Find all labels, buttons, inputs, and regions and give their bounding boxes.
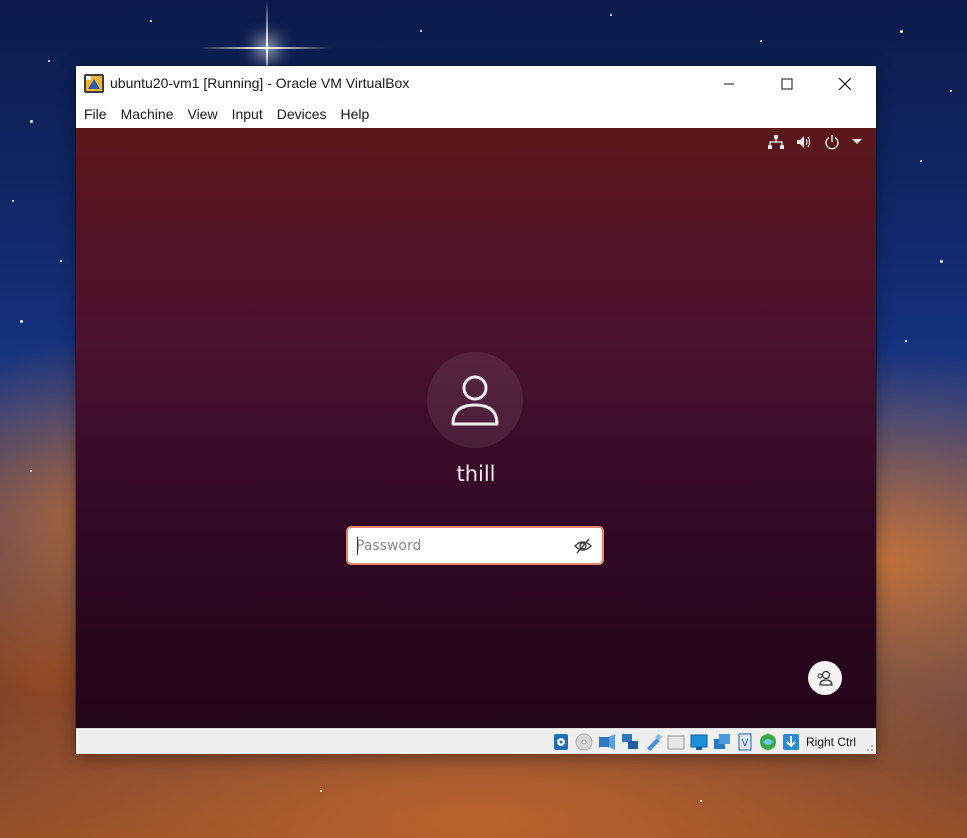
hard-disk-icon[interactable] <box>551 732 571 752</box>
minimize-button[interactable] <box>706 66 752 101</box>
power-icon[interactable] <box>824 134 840 150</box>
user-switch-icon <box>817 670 833 686</box>
shared-folders-icon[interactable] <box>666 732 686 752</box>
username-label: thill <box>456 462 496 486</box>
virtualbox-window: ubuntu20-vm1 [Running] - Oracle VM Virtu… <box>76 66 876 754</box>
eye-slash-icon[interactable] <box>574 537 592 555</box>
user-avatar[interactable] <box>427 352 523 448</box>
menu-machine[interactable]: Machine <box>114 101 181 128</box>
cpu-virtualization-icon[interactable]: V <box>735 732 755 752</box>
network-adapters-icon[interactable] <box>620 732 640 752</box>
mouse-integration-icon[interactable] <box>758 732 778 752</box>
password-field[interactable] <box>346 526 604 565</box>
window-title: ubuntu20-vm1 [Running] - Oracle VM Virtu… <box>110 75 410 91</box>
host-key-label[interactable]: Right Ctrl <box>806 735 856 749</box>
keyboard-capture-icon[interactable] <box>781 732 801 752</box>
guest-display[interactable]: thill <box>76 128 876 728</box>
audio-icon[interactable] <box>597 732 617 752</box>
menu-bar: File Machine View Input Devices Help <box>76 101 876 128</box>
minimize-icon <box>724 83 734 84</box>
password-input[interactable] <box>356 528 566 563</box>
display-icon[interactable] <box>689 732 709 752</box>
menu-file[interactable]: File <box>76 101 114 128</box>
menu-view[interactable]: View <box>180 101 224 128</box>
volume-icon[interactable] <box>796 135 812 149</box>
switch-user-button[interactable] <box>808 661 842 695</box>
close-icon <box>838 77 852 90</box>
title-bar[interactable]: ubuntu20-vm1 [Running] - Oracle VM Virtu… <box>76 66 876 101</box>
user-icon <box>451 375 499 426</box>
video-capture-icon[interactable] <box>712 732 732 752</box>
maximize-icon <box>781 78 793 89</box>
virtualbox-icon <box>84 74 104 93</box>
status-bar: V Right Ctrl <box>76 728 876 754</box>
network-icon[interactable] <box>768 135 784 149</box>
resize-grip-icon[interactable] <box>864 742 874 752</box>
optical-drive-icon[interactable] <box>574 732 594 752</box>
maximize-button[interactable] <box>764 66 810 101</box>
menu-input[interactable]: Input <box>225 101 270 128</box>
usb-icon[interactable] <box>643 732 663 752</box>
guest-top-panel <box>768 134 862 150</box>
close-button[interactable] <box>822 66 868 101</box>
svg-text:V: V <box>741 738 748 749</box>
menu-devices[interactable]: Devices <box>270 101 334 128</box>
dropdown-arrow-icon[interactable] <box>852 138 862 146</box>
menu-help[interactable]: Help <box>334 101 377 128</box>
text-caret <box>357 537 358 555</box>
